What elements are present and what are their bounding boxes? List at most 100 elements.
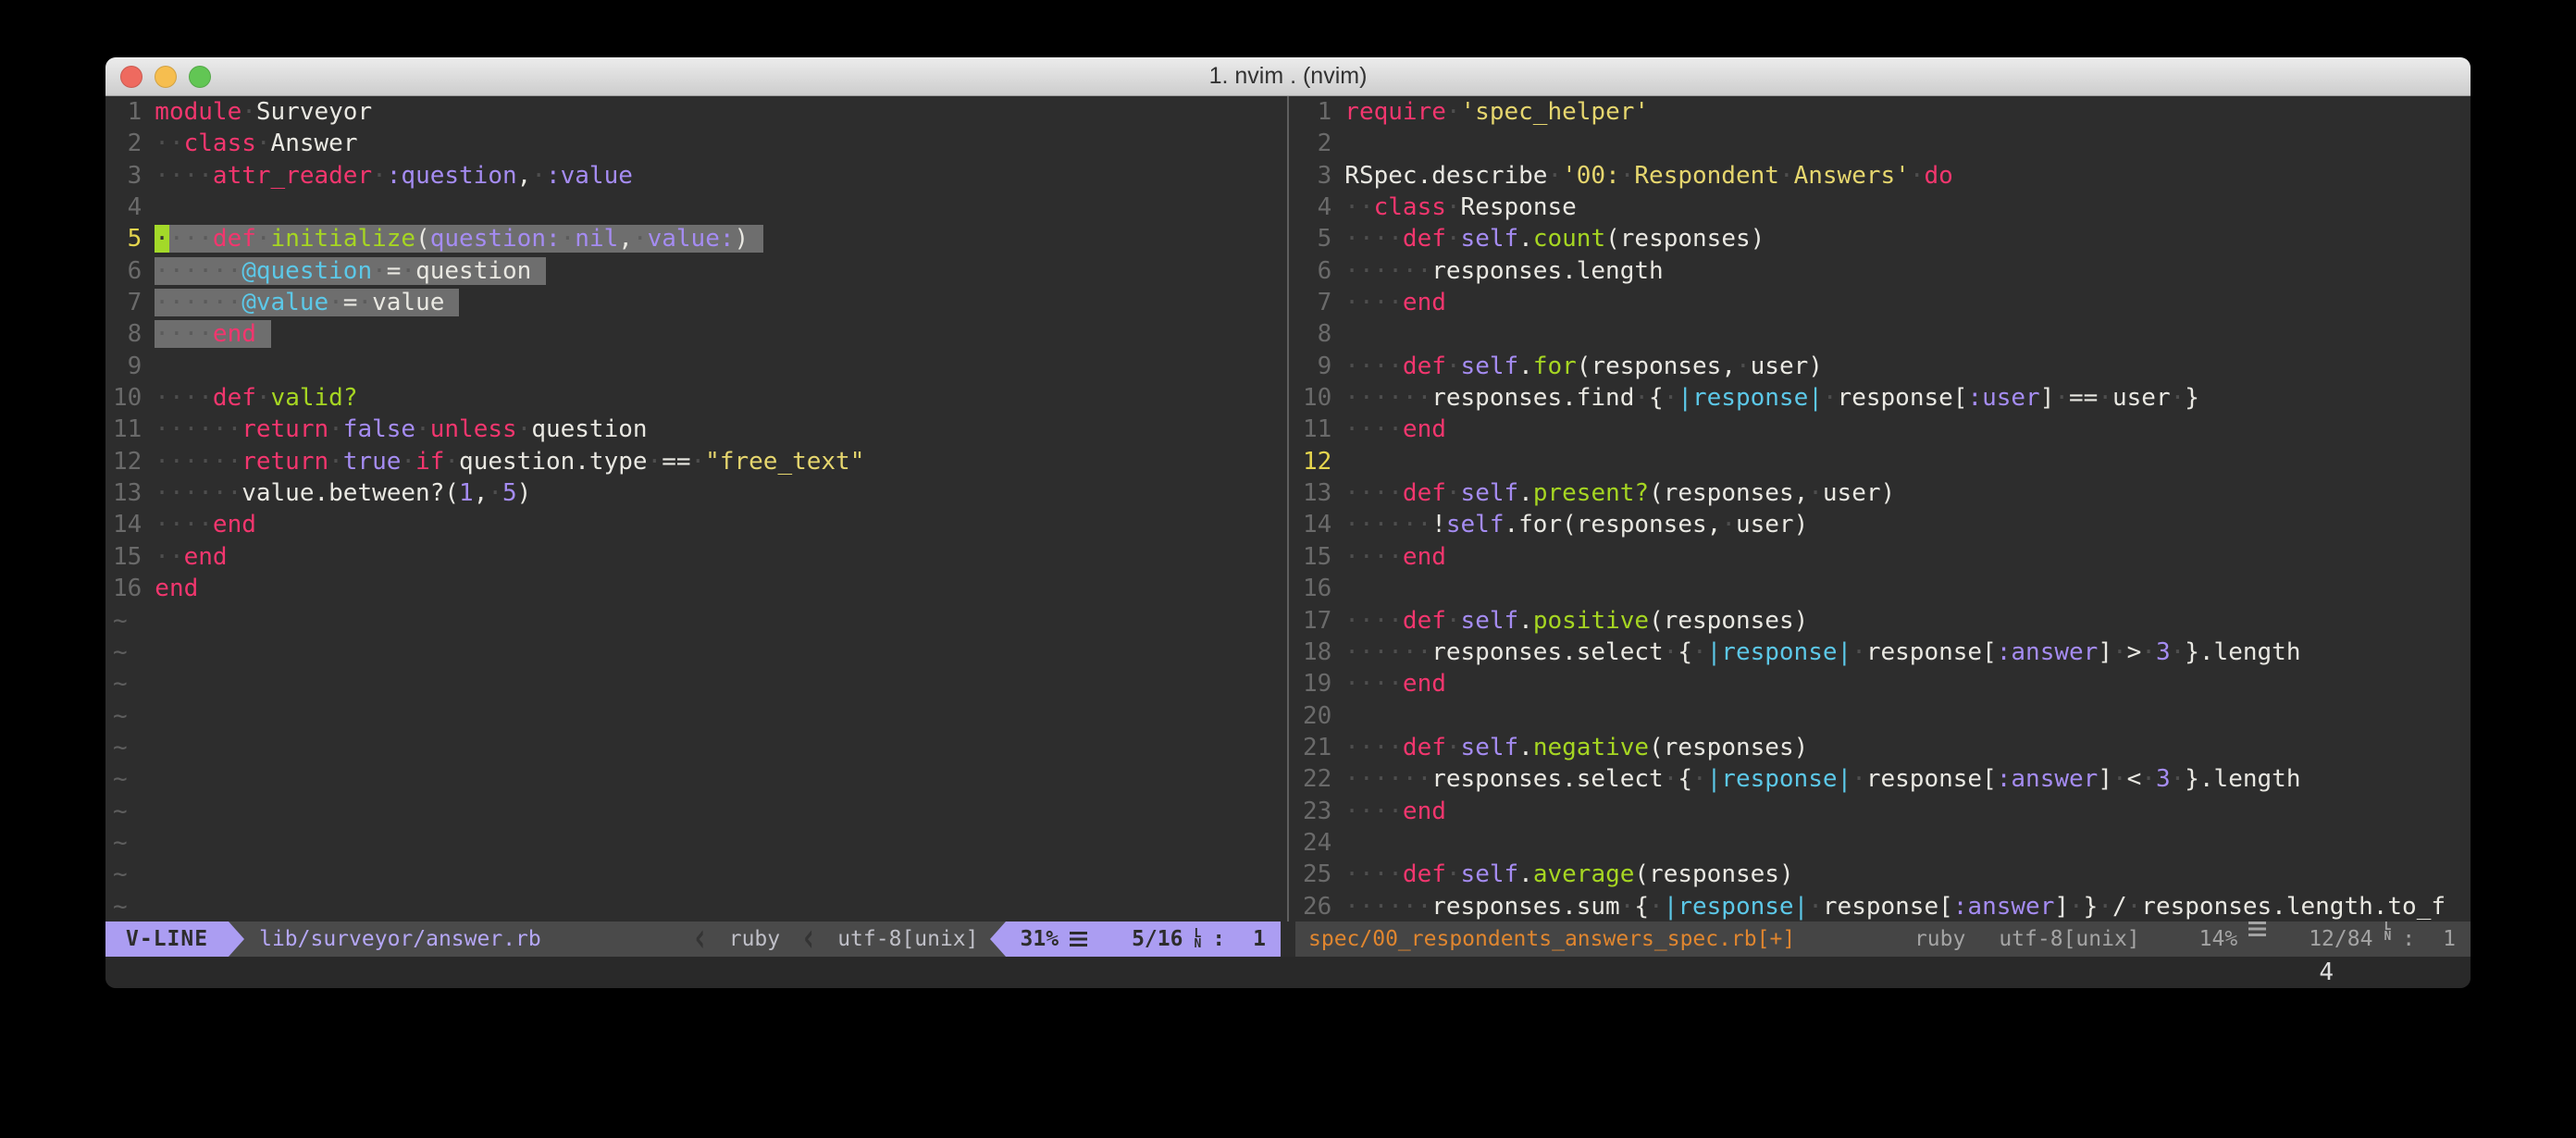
code-text: ····end — [1344, 668, 1446, 699]
code-line[interactable]: 4 — [105, 192, 1281, 223]
terminal-window: 1. nvim . (nvim) 1module·Surveyor2··clas… — [105, 57, 2471, 988]
code-line[interactable]: 13····def·self.present?(responses,·user) — [1295, 477, 2471, 509]
code-line[interactable]: 1module·Surveyor — [105, 96, 1281, 128]
chevron-left-icon: ‹ — [692, 922, 709, 957]
line-number: 8 — [1303, 318, 1331, 350]
code-text: ······return·true·if·question.type·==·"f… — [155, 446, 864, 477]
tilde-marker: ~ — [113, 859, 128, 890]
code-line[interactable]: 7····end — [1295, 287, 2471, 318]
statusline-right: spec/00_respondents_answers_spec.rb[+] r… — [1295, 922, 2471, 957]
code-line[interactable]: 5····def·self.count(responses) — [1295, 223, 2471, 254]
tilde-marker: ~ — [113, 637, 128, 668]
code-line[interactable]: 14 ····end — [105, 509, 1281, 540]
line-number: 8 — [113, 318, 142, 350]
code-line[interactable]: 20 — [1295, 700, 2471, 732]
line-number: 14 — [113, 509, 142, 540]
powerline-arrow-icon — [990, 922, 1006, 957]
command-line[interactable]: 4 — [105, 957, 2471, 988]
code-line[interactable]: 23····end — [1295, 796, 2471, 827]
scroll-percent: 14% — [2199, 922, 2238, 957]
code-line[interactable]: 19····end — [1295, 668, 2471, 699]
code-text: ····def·self.for(responses,·user) — [1344, 351, 1823, 382]
code-text: ······@question·=·question — [155, 255, 546, 287]
code-line[interactable]: 9 ····def·self.for(responses,·user) — [1295, 351, 2471, 382]
code-line[interactable]: 6······@question·=·question — [105, 255, 1281, 287]
line-number: 7 — [1303, 287, 1331, 318]
code-text: RSpec.describe·'00:·Respondent·Answers'·… — [1344, 160, 1953, 192]
code-line[interactable]: 24 — [1295, 827, 2471, 859]
close-button[interactable] — [120, 66, 142, 88]
tilde-marker: ~ — [113, 763, 128, 795]
code-line[interactable]: 8 — [1295, 318, 2471, 350]
pane-divider[interactable] — [1281, 96, 1295, 957]
visual-selection: ······@value·=·value — [155, 289, 459, 316]
code-line[interactable]: 5 ····def·initialize(question:·nil,·value… — [105, 223, 1281, 254]
code-line[interactable]: 18······responses.select·{·|response|·re… — [1295, 637, 2471, 668]
code-text: ····def·self.average(responses) — [1344, 859, 1793, 890]
pane-left[interactable]: 1module·Surveyor2··class·Answer3····attr… — [105, 96, 1281, 957]
line-number: 24 — [1303, 827, 1331, 859]
tilde-marker: ~ — [113, 700, 128, 732]
line-number: 9 — [1303, 351, 1331, 382]
buffer-left[interactable]: 1module·Surveyor2··class·Answer3····attr… — [105, 96, 1281, 922]
code-line[interactable]: 16end — [105, 573, 1281, 604]
visual-selection: ······@question·=·question — [155, 257, 546, 285]
code-line[interactable]: 11····end — [1295, 414, 2471, 445]
code-text: ····end — [155, 318, 270, 350]
minimize-button[interactable] — [155, 66, 177, 88]
code-line[interactable]: 21····def·self.negative(responses) — [1295, 732, 2471, 763]
code-text: ······!self.for(responses,·user) — [1344, 509, 1808, 540]
code-line[interactable]: 15····end — [1295, 541, 2471, 573]
empty-line: ~ — [105, 763, 1281, 795]
code-line[interactable]: 15··end — [105, 541, 1281, 573]
statusline-filename: lib/surveyor/answer.rb — [244, 922, 541, 957]
code-line[interactable]: 11······return·false·unless·question — [105, 414, 1281, 445]
code-line[interactable]: 22······responses.select·{·|response|·re… — [1295, 763, 2471, 795]
code-line[interactable]: 9 — [105, 351, 1281, 382]
line-number-icon: LN — [2384, 922, 2391, 957]
line-number: 5 — [113, 223, 142, 254]
line-number: 4 — [1303, 192, 1331, 223]
code-line[interactable]: 10····def·valid? — [105, 382, 1281, 414]
line-number: 7 — [113, 287, 142, 318]
line-number: 11 — [1303, 414, 1331, 445]
code-line[interactable]: 7 ······@value·=·value — [105, 287, 1281, 318]
code-line[interactable]: 14······!self.for(responses,·user) — [1295, 509, 2471, 540]
line-number: 18 — [1303, 637, 1331, 668]
code-line[interactable]: 13······value.between?(1,·5) — [105, 477, 1281, 509]
code-line[interactable]: 6······responses.length — [1295, 255, 2471, 287]
code-line[interactable]: 2··class·Answer — [105, 128, 1281, 159]
code-line[interactable]: 12 — [1295, 446, 2471, 477]
zoom-button[interactable] — [189, 66, 211, 88]
statusline-spacer — [1795, 922, 1914, 957]
code-line[interactable]: 10······responses.find·{·|response|·resp… — [1295, 382, 2471, 414]
code-text: ····def·initialize(question:·nil,·value:… — [155, 223, 763, 254]
mode-indicator: V-LINE — [105, 922, 229, 957]
divider-line — [1287, 96, 1289, 922]
filetype-indicator: ruby — [1914, 922, 1965, 957]
code-line[interactable]: 25····def·self.average(responses) — [1295, 859, 2471, 890]
code-line[interactable]: 17····def·self.positive(responses) — [1295, 605, 2471, 637]
pane-right[interactable]: 1require·'spec_helper'23 RSpec.describe·'… — [1295, 96, 2471, 957]
code-line[interactable]: 12······return·true·if·question.type·==·… — [105, 446, 1281, 477]
code-line[interactable]: 2 — [1295, 128, 2471, 159]
code-line[interactable]: 3····attr_reader·:question,·:value — [105, 160, 1281, 192]
encoding-indicator: utf-8[unix] — [826, 922, 989, 957]
code-line[interactable]: 1require·'spec_helper' — [1295, 96, 2471, 128]
titlebar[interactable]: 1. nvim . (nvim) — [105, 57, 2471, 96]
code-line[interactable]: 3 RSpec.describe·'00:·Respondent·Answers'… — [1295, 160, 2471, 192]
menu-icon — [2248, 922, 2266, 936]
visual-selection: ···def·initialize(question:·nil,·value:) — [169, 225, 763, 253]
code-line[interactable]: 4··class·Response — [1295, 192, 2471, 223]
line-number: 13 — [113, 477, 142, 509]
code-line[interactable]: 16 — [1295, 573, 2471, 604]
buffer-right[interactable]: 1require·'spec_helper'23 RSpec.describe·'… — [1295, 96, 2471, 922]
code-text: ····end — [1344, 541, 1446, 573]
code-text: ······responses.length — [1344, 255, 1663, 287]
code-text: ····end — [155, 509, 256, 540]
code-line[interactable]: 26······responses.sum·{·|response|·respo… — [1295, 891, 2471, 922]
line-number: 16 — [1303, 573, 1331, 604]
code-text: ····def·self.count(responses) — [1344, 223, 1765, 254]
line-number: 3 — [1303, 160, 1331, 192]
code-line[interactable]: 8 ····end — [105, 318, 1281, 350]
